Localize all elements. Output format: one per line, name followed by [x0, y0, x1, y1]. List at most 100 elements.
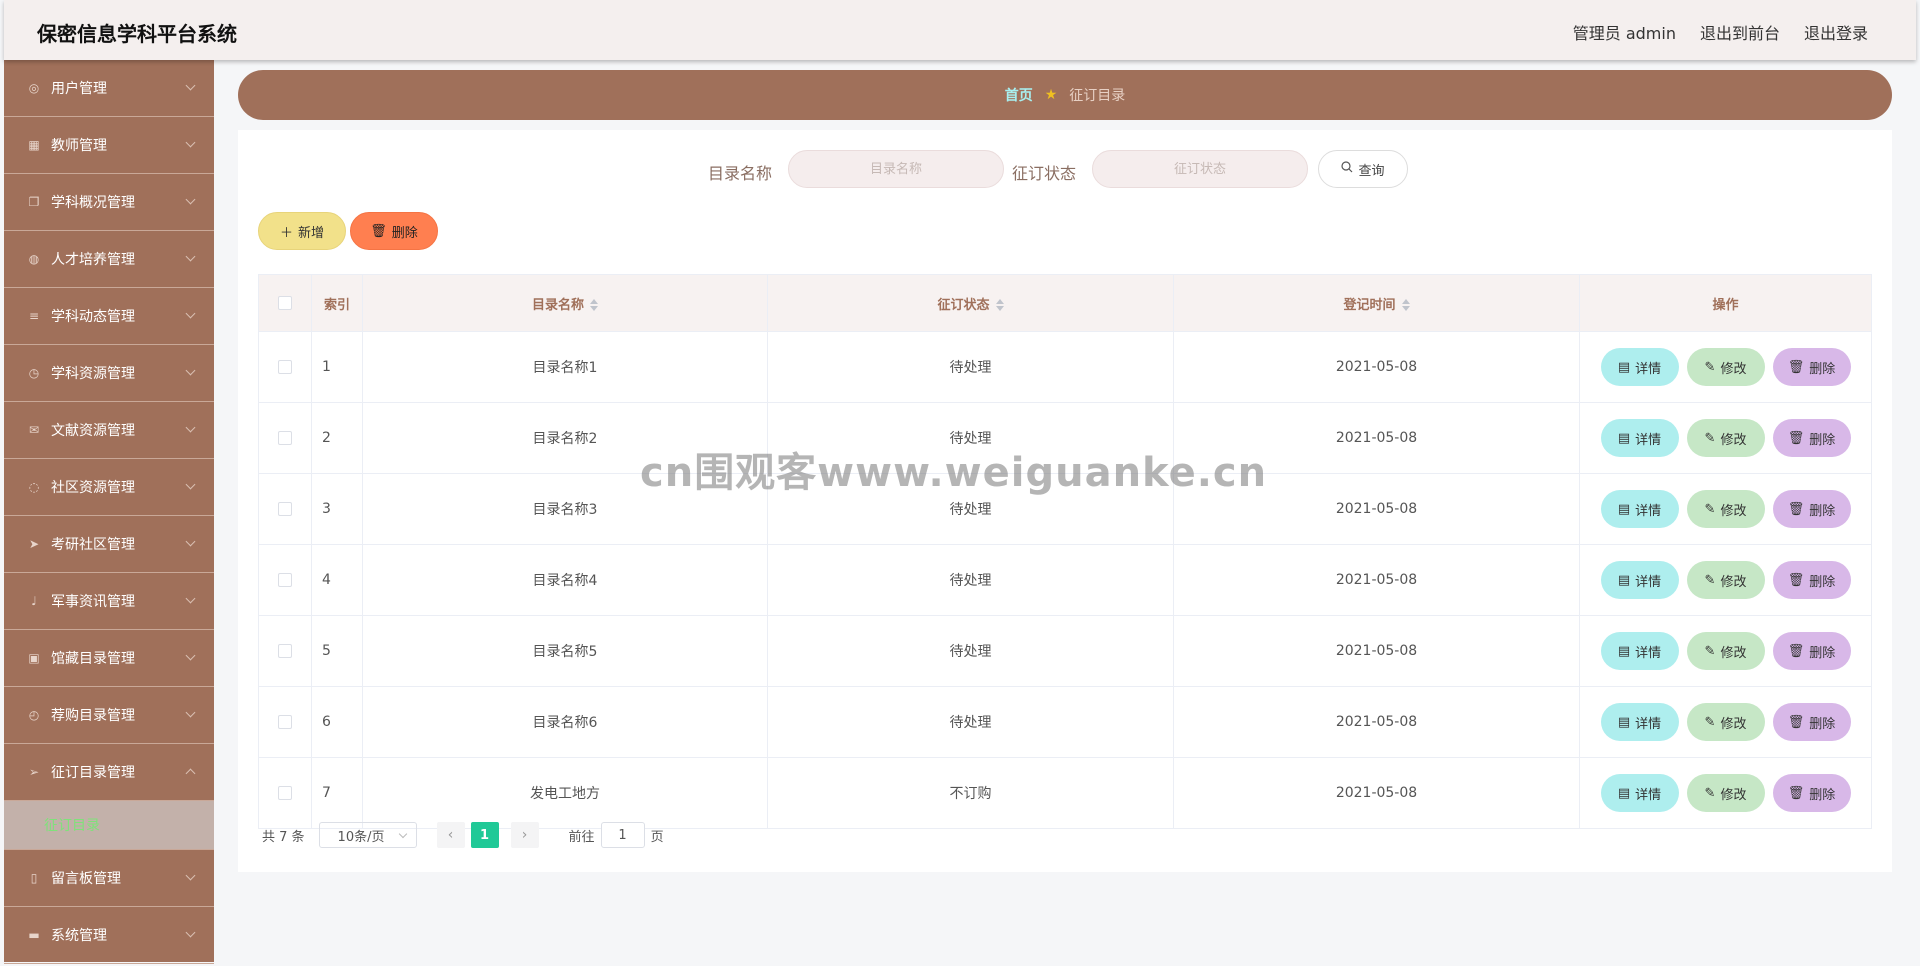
edit-label: 修改	[1720, 503, 1747, 519]
add-button[interactable]: ＋ 新增	[258, 212, 346, 250]
header-status[interactable]: 征订状态	[767, 274, 1174, 332]
delete-button[interactable]: 🗑 删除	[1772, 348, 1851, 386]
content-panel: 目录名称 征订状态 查询 ＋ 新增 🗑 删除	[238, 130, 1892, 872]
edit-button[interactable]: ✎ 修改	[1686, 561, 1765, 599]
edit-button[interactable]: ✎ 修改	[1686, 490, 1765, 528]
plus-icon: ＋	[279, 225, 293, 241]
sidebar-item[interactable]: ▦ 教师管理	[4, 117, 214, 174]
query-button[interactable]: 查询	[1318, 150, 1408, 188]
sidebar-item[interactable]: ➤ 考研社区管理	[4, 516, 214, 573]
sort-icon[interactable]	[995, 299, 1004, 311]
chevron-down-icon	[185, 308, 196, 319]
detail-button[interactable]: ▤ 详情	[1600, 561, 1679, 599]
delete-label: 删除	[1809, 716, 1836, 732]
sidebar: ◎ 用户管理 ▦ 教师管理 ❐ 学科概况管理 ◍ 人才培养管理 ≡ 学科动态管理 ◷ 学科资源管理 ✉ 文…	[4, 60, 214, 964]
monitor-icon: ▬	[28, 928, 40, 942]
trash-icon: 🗑	[1787, 501, 1805, 517]
row-time: 2021-05-08	[1173, 331, 1580, 403]
edit-label: 修改	[1720, 361, 1747, 377]
delete-label: 删除	[1809, 361, 1836, 377]
detail-button[interactable]: ▤ 详情	[1600, 632, 1679, 670]
goto-front-link[interactable]: 退出到前台	[1700, 20, 1780, 44]
grid-icon: ▦	[28, 138, 40, 152]
top-header: 保密信息学科平台系统 管理员 admin 退出到前台 退出登录	[4, 0, 1916, 60]
sidebar-item[interactable]: ♩ 军事资讯管理	[4, 573, 214, 630]
status-search-input[interactable]	[1092, 150, 1308, 188]
batch-delete-button[interactable]: 🗑 删除	[350, 212, 438, 250]
trash-icon: 🗑	[370, 223, 387, 239]
sidebar-item[interactable]: ◎ 用户管理	[4, 60, 214, 117]
table-row: 2 目录名称2 待处理 2021-05-08 ▤ 详情 ✎ 修改 🗑 删除	[258, 402, 1872, 474]
chevron-down-icon	[185, 251, 196, 262]
name-search-input[interactable]	[788, 150, 1004, 188]
edit-button[interactable]: ✎ 修改	[1686, 632, 1765, 670]
header-name[interactable]: 目录名称	[362, 274, 768, 332]
edit-label: 修改	[1720, 787, 1747, 803]
edit-button[interactable]: ✎ 修改	[1686, 774, 1765, 812]
detail-button[interactable]: ▤ 详情	[1600, 703, 1679, 741]
table-row: 6 目录名称6 待处理 2021-05-08 ▤ 详情 ✎ 修改 🗑 删除	[258, 686, 1872, 758]
row-name: 目录名称4	[362, 544, 768, 616]
detail-button[interactable]: ▤ 详情	[1600, 348, 1679, 386]
sidebar-subitem-active[interactable]: 征订目录	[4, 801, 214, 850]
detail-label: 详情	[1635, 361, 1662, 377]
row-checkbox[interactable]	[278, 786, 292, 800]
row-checkbox[interactable]	[278, 573, 292, 587]
delete-button[interactable]: 🗑 删除	[1772, 632, 1851, 670]
edit-button[interactable]: ✎ 修改	[1686, 419, 1765, 457]
next-page-button[interactable]: ›	[510, 822, 539, 848]
sidebar-item[interactable]: ◌ 社区资源管理	[4, 459, 214, 516]
logout-link[interactable]: 退出登录	[1804, 20, 1868, 44]
sidebar-item-label: 人才培养管理	[51, 252, 135, 268]
breadcrumb-home[interactable]: 首页	[1005, 85, 1033, 105]
sidebar-item[interactable]: ▯ 留言板管理	[4, 850, 214, 907]
sidebar-item[interactable]: ▬ 系统管理	[4, 907, 214, 964]
sidebar-item[interactable]: ≡ 学科动态管理	[4, 288, 214, 345]
delete-button[interactable]: 🗑 删除	[1772, 774, 1851, 812]
row-ops: ▤ 详情 ✎ 修改 🗑 删除	[1579, 544, 1872, 616]
sidebar-item[interactable]: ◷ 学科资源管理	[4, 345, 214, 402]
sort-icon[interactable]	[1401, 299, 1410, 311]
edit-button[interactable]: ✎ 修改	[1686, 703, 1765, 741]
catalog-table: 索引 目录名称 征订状态 登记时间 操作 1 目录名称1 待处理 2021-05-08…	[258, 274, 1872, 829]
row-checkbox[interactable]	[278, 360, 292, 374]
row-checkbox[interactable]	[278, 431, 292, 445]
row-checkbox[interactable]	[278, 502, 292, 516]
total-count: 共 7 条	[262, 829, 305, 845]
star-icon: ★	[1044, 87, 1058, 103]
prev-page-button[interactable]: ‹	[436, 822, 465, 848]
delete-button[interactable]: 🗑 删除	[1772, 703, 1851, 741]
sidebar-item[interactable]: ❐ 学科概况管理	[4, 174, 214, 231]
sort-icon[interactable]	[590, 299, 598, 311]
header-ops: 操作	[1579, 274, 1872, 332]
edit-button[interactable]: ✎ 修改	[1686, 348, 1765, 386]
app-frame: 保密信息学科平台系统 管理员 admin 退出到前台 退出登录 ◎ 用户管理 ▦ 教师…	[4, 0, 1916, 964]
page-size-value: 10条/页	[337, 829, 385, 845]
phone-icon: ▯	[30, 871, 38, 885]
detail-button[interactable]: ▤ 详情	[1600, 774, 1679, 812]
user-label[interactable]: 管理员 admin	[1573, 20, 1676, 44]
delete-button[interactable]: 🗑 删除	[1772, 561, 1851, 599]
header-time[interactable]: 登记时间	[1173, 274, 1580, 332]
sidebar-item-label: 学科资源管理	[51, 366, 135, 382]
goto-page-input[interactable]	[600, 822, 645, 848]
table-row: 1 目录名称1 待处理 2021-05-08 ▤ 详情 ✎ 修改 🗑 删除	[258, 331, 1872, 403]
sidebar-item[interactable]: ◴ 荐购目录管理	[4, 687, 214, 744]
detail-label: 详情	[1635, 645, 1662, 661]
detail-button[interactable]: ▤ 详情	[1600, 419, 1679, 457]
delete-button[interactable]: 🗑 删除	[1772, 490, 1851, 528]
sidebar-item[interactable]: ▣ 馆藏目录管理	[4, 630, 214, 687]
chevron-down-icon	[185, 536, 196, 547]
sidebar-item[interactable]: ✉ 文献资源管理	[4, 402, 214, 459]
row-index: 1	[311, 331, 363, 403]
select-all-checkbox[interactable]	[278, 296, 292, 310]
delete-button[interactable]: 🗑 删除	[1772, 419, 1851, 457]
row-ops: ▤ 详情 ✎ 修改 🗑 删除	[1579, 331, 1872, 403]
sidebar-item[interactable]: ◍ 人才培养管理	[4, 231, 214, 288]
row-checkbox[interactable]	[278, 715, 292, 729]
row-checkbox[interactable]	[278, 644, 292, 658]
detail-button[interactable]: ▤ 详情	[1600, 490, 1679, 528]
page-number-current[interactable]: 1	[470, 822, 499, 848]
sidebar-item[interactable]: ➢ 征订目录管理	[4, 744, 214, 801]
page-size-select[interactable]: 10条/页	[318, 822, 417, 848]
